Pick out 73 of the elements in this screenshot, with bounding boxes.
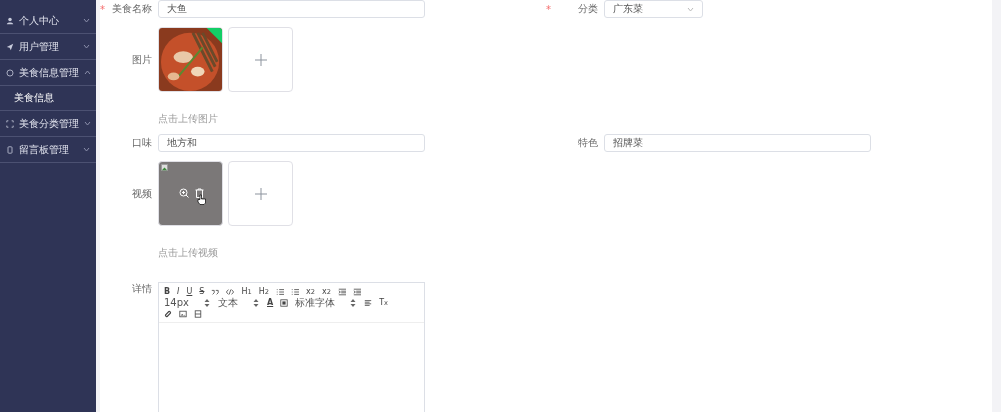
dropdown-select[interactable]: 标准字体 (295, 295, 358, 310)
upload-hint: 点击上传图片 (158, 112, 219, 126)
image-button[interactable] (179, 309, 187, 318)
sidebar-subitem[interactable]: 美食信息 (0, 86, 96, 111)
dropdown-select[interactable]: 文本 (218, 295, 260, 310)
up-down-caret-icon (349, 298, 358, 307)
delete-icon[interactable] (195, 188, 204, 198)
sidebar-item[interactable]: 美食信息管理 (0, 60, 96, 86)
sidebar-item[interactable]: 用户管理 (0, 34, 96, 60)
globe-icon (6, 68, 14, 77)
background-icon (280, 298, 289, 307)
field-label: 美食名称 (111, 2, 153, 16)
upload-thumbnail[interactable] (158, 27, 223, 92)
person-icon (6, 16, 14, 25)
align-icon (364, 298, 373, 307)
link-button[interactable] (164, 309, 172, 318)
hand-cursor-icon (197, 194, 206, 205)
chevron-down-icon (83, 147, 90, 152)
required-mark: * (546, 3, 552, 15)
field-label: 图片 (131, 52, 153, 67)
scan-icon (6, 119, 14, 128)
strike-button[interactable]: S (199, 287, 205, 296)
link-icon (164, 309, 172, 318)
image-icon (179, 309, 187, 318)
ordered-list-icon (275, 287, 284, 296)
indent-icon (352, 287, 361, 296)
sidebar-item[interactable]: 留言板管理 (0, 137, 96, 163)
ordered-list-button[interactable] (275, 287, 284, 296)
code-button[interactable] (226, 287, 235, 296)
outdent-icon (337, 287, 346, 296)
align-button[interactable] (364, 298, 373, 307)
video-button[interactable] (194, 309, 202, 318)
bullet-list-icon (290, 287, 299, 296)
input-field[interactable]: 招牌菜 (604, 134, 871, 152)
phone-icon (6, 145, 14, 154)
field-label: 详情 (131, 282, 153, 296)
code-icon (226, 287, 235, 296)
field-label: 视频 (131, 186, 153, 201)
outdent-button[interactable] (337, 287, 346, 296)
select-field[interactable]: 广东菜 (604, 0, 703, 18)
chevron-down-icon (84, 121, 91, 126)
field-label: 特色 (577, 136, 599, 150)
zoom-in-icon[interactable] (179, 188, 189, 198)
quote-button[interactable] (211, 287, 220, 296)
chevron-up-icon (84, 70, 91, 75)
quote-icon (211, 287, 220, 296)
upload-hint: 点击上传视频 (158, 246, 219, 260)
chevron-down-icon (687, 6, 694, 12)
input-field[interactable]: 大鱼 (158, 0, 425, 18)
bullet-list-button[interactable] (290, 287, 299, 296)
send-icon (6, 42, 14, 51)
bold-button[interactable]: B (164, 287, 171, 296)
broken-image-icon (161, 164, 168, 171)
indent-button[interactable] (352, 287, 361, 296)
required-mark: * (100, 3, 106, 15)
up-down-caret-icon (252, 298, 260, 307)
chevron-down-icon (83, 44, 90, 49)
background-button[interactable] (280, 298, 289, 307)
underline-button[interactable]: U (186, 287, 193, 296)
up-down-caret-icon (203, 298, 211, 307)
input-field[interactable]: 地方和 (158, 134, 425, 152)
upload-thumbnail[interactable] (158, 161, 223, 226)
sidebar-item[interactable]: 个人中心 (0, 8, 96, 34)
color-button[interactable]: A (267, 298, 274, 307)
chevron-down-icon (83, 18, 90, 23)
plus-icon (254, 53, 267, 66)
field-label: 分类 (577, 2, 599, 16)
italic-button[interactable]: I (177, 287, 180, 296)
dropdown-select[interactable]: 14px (164, 297, 211, 308)
plus-icon (254, 187, 267, 200)
field-label: 口味 (131, 136, 153, 150)
sidebar-item[interactable]: 美食分类管理 (0, 111, 96, 137)
video-icon (194, 309, 202, 318)
